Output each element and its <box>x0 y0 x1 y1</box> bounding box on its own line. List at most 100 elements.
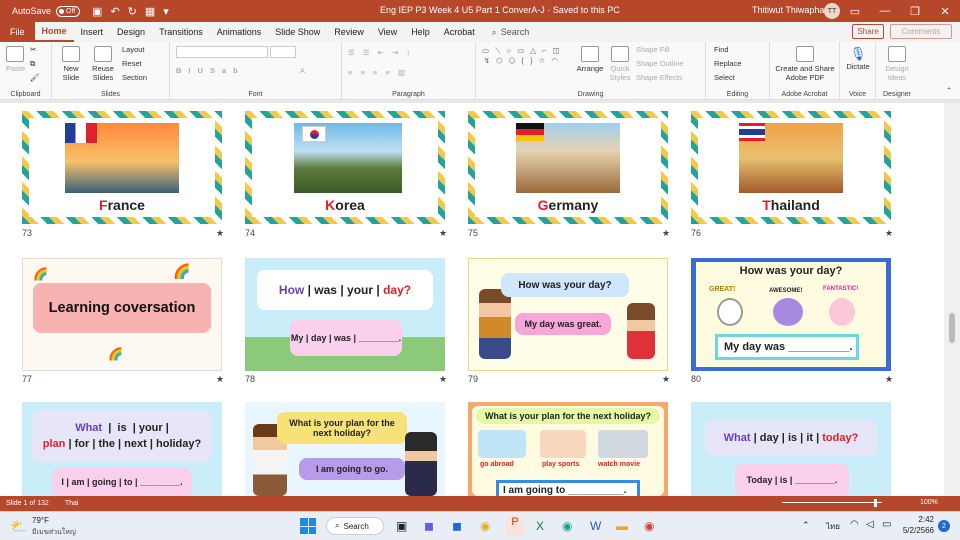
slide-thumbnail[interactable]: 🌈 🌈 Learning coversation 🌈 <box>22 258 222 371</box>
font-size-select[interactable] <box>270 46 296 58</box>
battery-icon[interactable]: ▭ <box>882 519 891 530</box>
powerpoint-icon[interactable]: P <box>506 516 524 536</box>
vertical-scrollbar[interactable] <box>944 103 960 496</box>
autosave-toggle[interactable]: Off <box>56 5 81 17</box>
clock-date[interactable]: 5/2/2566 <box>900 526 934 535</box>
paste-button[interactable]: Paste <box>6 46 25 73</box>
slide-thumbnail[interactable]: What is your plan for the next holiday? … <box>245 402 445 496</box>
slide-thumbnail[interactable]: How was your day? GREAT! AWESOME! FANTAS… <box>691 258 891 371</box>
font-format-buttons[interactable]: BIUSab <box>176 66 245 75</box>
redo-icon[interactable]: ↻ <box>128 5 137 18</box>
wifi-icon[interactable]: ◠ <box>850 519 859 530</box>
section-button[interactable]: Section <box>122 73 147 82</box>
slide-thumbnail[interactable]: Korea <box>245 111 445 224</box>
comments-button[interactable]: Comments <box>890 24 952 39</box>
tab-insert[interactable]: Insert <box>74 22 111 42</box>
taskbar-search[interactable]: ⌕ Search <box>326 517 384 535</box>
chat-icon[interactable]: ◼ <box>424 519 434 533</box>
reset-button[interactable]: Reset <box>122 59 142 68</box>
quick-styles-button[interactable]: Quick Styles <box>608 46 632 82</box>
copy-icon[interactable]: ⧉ <box>30 59 35 69</box>
design-ideas-button[interactable]: Design Ideas <box>880 46 914 82</box>
format-painter-icon[interactable]: 🖌 <box>30 73 40 82</box>
slide-thumbnail[interactable]: What | is | your | plan | for | the | ne… <box>22 402 222 496</box>
layout-button[interactable]: Layout <box>122 45 145 54</box>
align-buttons[interactable]: ≡ ≡ ≡ ≡ ▥ <box>348 68 408 77</box>
file-explorer-icon[interactable]: ▬ <box>616 519 628 533</box>
dictate-button[interactable]: 🎙 Dictate <box>844 46 872 71</box>
zoom-slider[interactable] <box>782 499 882 507</box>
start-icon[interactable] <box>300 518 316 534</box>
close-icon[interactable]: ✕ <box>930 0 960 22</box>
tab-acrobat[interactable]: Acrobat <box>437 22 482 42</box>
system-tray-chevron-icon[interactable]: ⌃ <box>802 520 810 531</box>
cut-icon[interactable]: ✂ <box>30 45 36 54</box>
answer-box: I am going to __________. <box>496 480 640 496</box>
share-button[interactable]: Share <box>852 24 884 39</box>
weather-icon[interactable]: ⛅ <box>10 518 27 535</box>
task-view-icon[interactable]: ▣ <box>396 519 407 533</box>
language-indicator[interactable]: Thai <box>65 500 79 507</box>
scrollbar-thumb[interactable] <box>949 313 955 343</box>
excel-icon[interactable]: X <box>536 519 544 533</box>
slide-thumbnail[interactable]: How | was | your | day? My | day | was |… <box>245 258 445 371</box>
slide-thumbnail[interactable]: How was your day? My day was great. <box>468 258 668 371</box>
create-pdf-button[interactable]: Create and Share Adobe PDF <box>774 46 836 82</box>
slide-thumbnail[interactable]: Germany <box>468 111 668 224</box>
slide-sorter[interactable]: France 73 ★ Korea 74 ★ Germany 75 ★ Thai… <box>0 103 944 496</box>
tab-design[interactable]: Design <box>110 22 152 42</box>
list-buttons[interactable]: ☰ ☰ ⇤ ⇥ ↕ <box>348 48 413 57</box>
arrange-button[interactable]: Arrange <box>576 46 604 73</box>
present-icon[interactable]: ▦ <box>145 5 155 18</box>
notification-badge[interactable]: 2 <box>938 520 950 532</box>
tab-help[interactable]: Help <box>404 22 437 42</box>
save-icon[interactable]: ▣ <box>92 5 102 18</box>
tab-transitions[interactable]: Transitions <box>152 22 210 42</box>
zoom-thumb[interactable] <box>874 499 877 507</box>
volume-icon[interactable]: ◁ <box>866 519 874 530</box>
edge-icon[interactable]: ◉ <box>562 519 572 533</box>
clock-time[interactable]: 2:42 <box>904 515 934 524</box>
tab-slide-show[interactable]: Slide Show <box>268 22 327 42</box>
tab-animations[interactable]: Animations <box>210 22 269 42</box>
tab-view[interactable]: View <box>371 22 404 42</box>
collapse-ribbon-icon[interactable]: ⌃ <box>946 86 952 95</box>
slide-thumbnail[interactable]: France <box>22 111 222 224</box>
search-box[interactable]: ⌕ Search <box>492 27 530 38</box>
find-button[interactable]: Find <box>714 45 729 54</box>
minimize-icon[interactable]: — <box>870 0 900 22</box>
tab-file[interactable]: File <box>0 22 35 42</box>
input-language[interactable]: ไทย <box>826 520 840 533</box>
group-drawing: ▭ ⟍ ○ ▭ △ ⌐ ◫ ↯ ⬡ ⬠ { } ☆ ◠ Arrange Quick… <box>476 42 706 100</box>
slide-thumbnail[interactable]: Thailand <box>691 111 891 224</box>
shapes-gallery[interactable]: ▭ ⟍ ○ ▭ △ ⌐ ◫ ↯ ⬡ ⬠ { } ☆ ◠ <box>482 46 562 65</box>
slide-thumbnail[interactable]: What is your plan for the next holiday? … <box>468 402 668 496</box>
zoom-level[interactable]: 100% <box>920 499 938 506</box>
tab-review[interactable]: Review <box>327 22 371 42</box>
shape-effects-button[interactable]: Shape Effects <box>636 73 683 82</box>
undo-icon[interactable]: ↶ <box>110 5 119 18</box>
ribbon-display-icon[interactable]: ▭ <box>840 0 870 22</box>
customize-icon[interactable]: ▾ <box>163 5 169 18</box>
font-color-icon[interactable]: A <box>300 66 305 75</box>
word-icon[interactable]: W <box>590 519 601 533</box>
reuse-slides-button[interactable]: Reuse Slides <box>90 46 116 82</box>
chrome-icon[interactable]: ◉ <box>480 519 490 533</box>
avatar[interactable]: TT <box>824 3 840 19</box>
font-family-select[interactable] <box>176 46 268 58</box>
shape-outline-button[interactable]: Shape Outline <box>636 59 684 68</box>
tab-home[interactable]: Home <box>34 22 74 42</box>
restore-icon[interactable]: ❐ <box>900 0 930 22</box>
group-clipboard: Paste ✂ ⧉ 🖌 Clipboard <box>0 42 52 100</box>
slide-thumbnail[interactable]: What | day | is | it | today? Today | is… <box>691 402 891 496</box>
slide-number: 74 <box>245 228 256 238</box>
select-button[interactable]: Select <box>714 73 735 82</box>
outlook-icon[interactable]: ◼ <box>452 519 462 533</box>
shape-fill-button[interactable]: Shape Fill <box>636 45 669 54</box>
toggle-state: Off <box>66 7 76 15</box>
replace-button[interactable]: Replace <box>714 59 742 68</box>
new-slide-button[interactable]: New Slide <box>58 46 84 82</box>
group-font: BIUSab A Font <box>170 42 342 100</box>
user-name[interactable]: Thitiwut Thiwaphat <box>752 5 827 15</box>
chrome-profile-icon[interactable]: ◉ <box>644 519 654 533</box>
